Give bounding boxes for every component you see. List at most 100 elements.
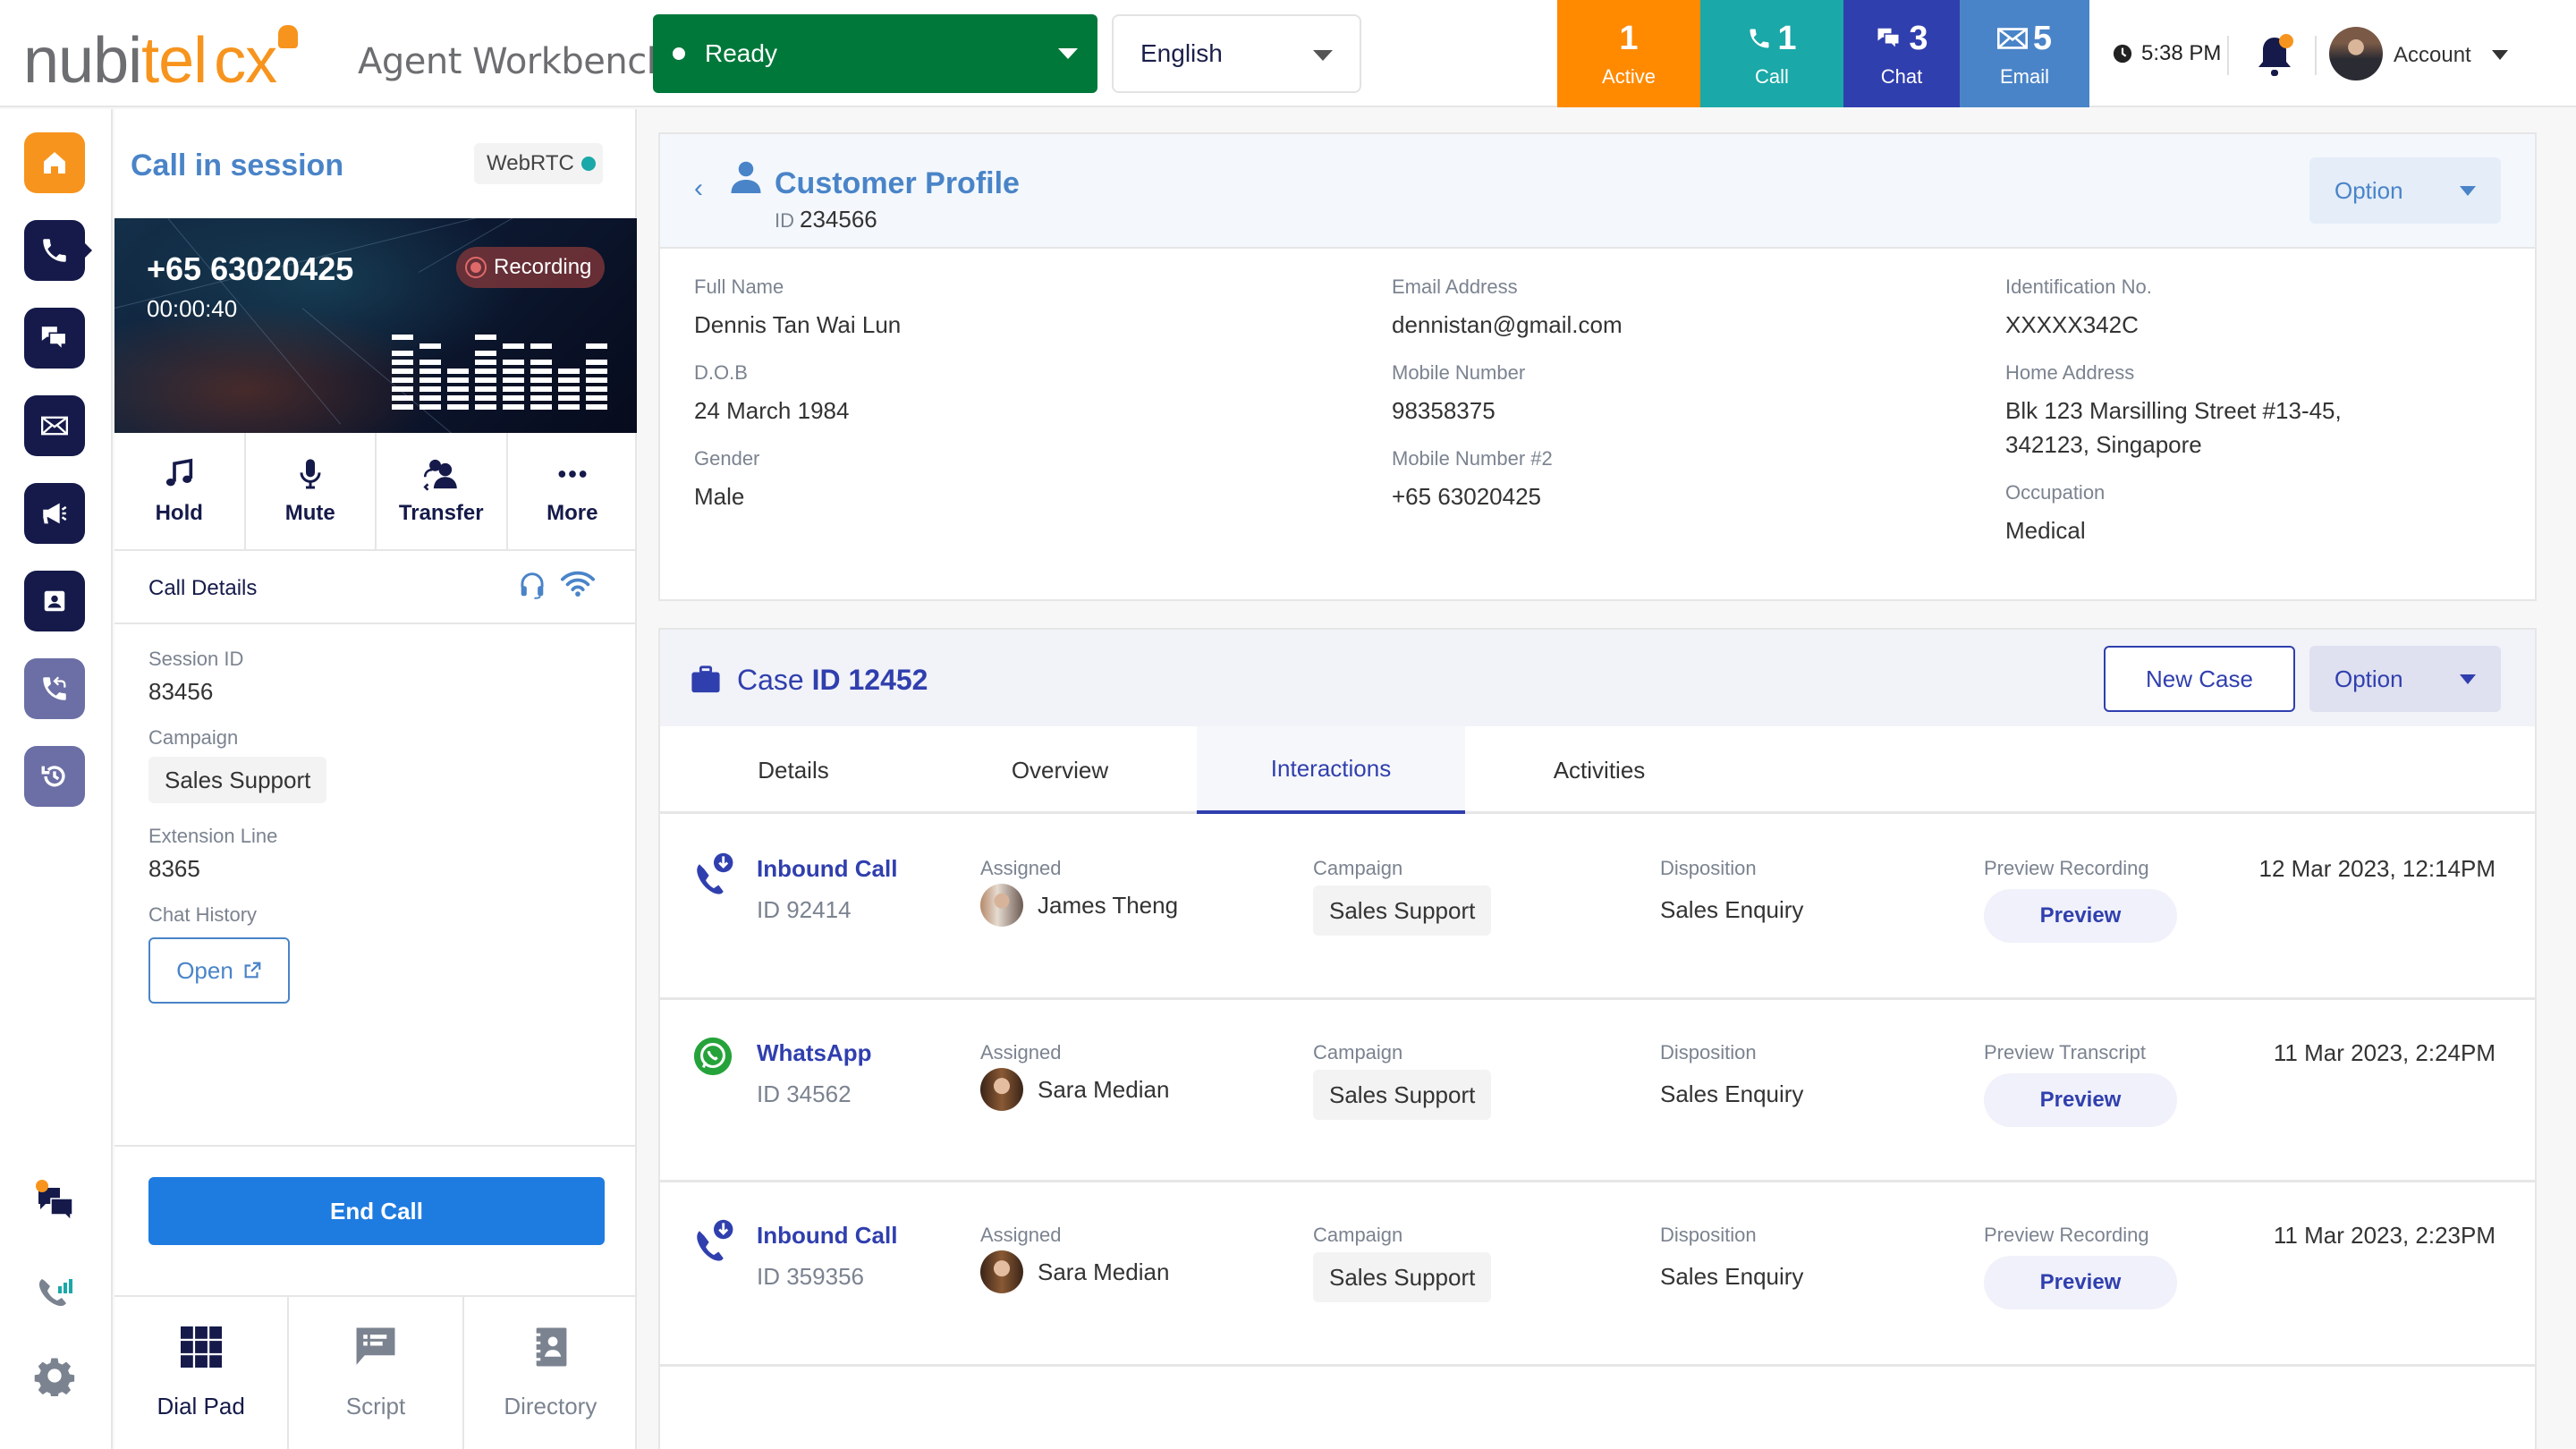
interaction-row[interactable]: Inbound Call ID 359356 Assigned Sara Med… <box>660 1182 2535 1367</box>
more-dots-icon <box>558 470 587 478</box>
network-button[interactable] <box>560 569 596 602</box>
mute-button[interactable]: Mute <box>246 433 377 549</box>
field-value: Male <box>694 483 745 510</box>
active-indicator <box>85 243 92 258</box>
field-value: 98358375 <box>1392 397 1496 424</box>
session-id-value: 83456 <box>148 678 214 705</box>
counter-call[interactable]: 1 Call <box>1700 0 1843 107</box>
call-panel: Call in session WebRTC +65 63020425 00:0… <box>114 109 637 1449</box>
channel-name[interactable]: WhatsApp <box>757 1039 872 1067</box>
directory-icon <box>533 1327 567 1366</box>
clock-icon <box>2113 44 2132 64</box>
logo-text-tel: tel <box>141 25 208 97</box>
headset-button[interactable] <box>519 571 546 604</box>
customer-id: ID 234566 <box>775 206 877 233</box>
tab-interactions[interactable]: Interactions <box>1197 726 1465 814</box>
dial-pad-label: Dial Pad <box>157 1392 245 1419</box>
interaction-row[interactable]: WhatsApp ID 34562 Assigned Sara Median C… <box>660 1000 2535 1182</box>
connection-badge: WebRTC <box>474 143 603 184</box>
dial-pad-tab[interactable]: Dial Pad <box>114 1297 290 1449</box>
session-id-label: Session ID <box>148 648 244 670</box>
nav-contacts[interactable] <box>24 571 85 631</box>
chevron-down-icon <box>1313 50 1333 61</box>
chat-history-label: Chat History <box>148 903 258 926</box>
logo-text-nubi: nubi <box>23 25 142 97</box>
nav-call-quality[interactable] <box>24 1263 85 1324</box>
call-panel-title: Call in session <box>131 148 344 182</box>
field-email: Email Address dennistan@gmail.com <box>1392 275 1623 342</box>
assignee-name: Sara Median <box>1038 1258 1170 1285</box>
app-title: Agent Workbench <box>358 41 669 82</box>
end-call-button[interactable]: End Call <box>148 1177 605 1245</box>
interaction-row[interactable]: Inbound Call ID 92414 Assigned James The… <box>660 816 2535 1000</box>
tab-overview[interactable]: Overview <box>927 726 1193 814</box>
field-label: Identification No. <box>2005 275 2152 298</box>
inbound-call-icon <box>692 852 735 901</box>
channel-name[interactable]: Inbound Call <box>757 855 897 883</box>
more-label: More <box>547 501 598 525</box>
status-dot-icon <box>673 47 685 60</box>
directory-tab[interactable]: Directory <box>464 1297 637 1449</box>
preview-button[interactable]: Preview <box>1984 889 2177 943</box>
back-chevron-icon[interactable]: ‹ <box>694 174 703 204</box>
channel-name[interactable]: Inbound Call <box>757 1222 897 1250</box>
preview-button[interactable]: Preview <box>1984 1073 2177 1127</box>
nav-home[interactable] <box>24 132 85 193</box>
case-id: ID 12452 <box>811 664 928 696</box>
tab-details[interactable]: Details <box>660 726 927 814</box>
customer-profile-title: Customer Profile <box>775 166 1020 200</box>
interaction-id: ID 34562 <box>757 1080 852 1107</box>
account-caret-icon[interactable] <box>2492 50 2508 60</box>
field-value: XXXXX342C <box>2005 311 2139 338</box>
disposition-label: Disposition <box>1660 1224 1757 1246</box>
agent-status-dropdown[interactable]: Ready <box>653 14 1097 93</box>
new-case-button[interactable]: New Case <box>2104 646 2295 712</box>
open-chat-history-button[interactable]: Open <box>148 937 290 1004</box>
whatsapp-icon <box>692 1036 733 1081</box>
counter-email[interactable]: 5 Email <box>1960 0 2089 107</box>
more-button[interactable]: More <box>508 433 638 549</box>
nav-chats[interactable] <box>24 308 85 369</box>
counter-active[interactable]: 1 Active <box>1557 0 1700 107</box>
divider <box>2315 36 2317 75</box>
preview-button[interactable]: Preview <box>1984 1256 2177 1309</box>
nav-settings[interactable] <box>24 1345 85 1406</box>
nav-campaigns[interactable] <box>24 483 85 544</box>
field-home-address: Home Address Blk 123 Marsilling Street #1… <box>2005 361 2342 462</box>
disposition-label: Disposition <box>1660 1041 1757 1063</box>
language-dropdown[interactable]: English <box>1112 14 1361 93</box>
equalizer-bar <box>392 335 413 410</box>
field-identification: Identification No. XXXXX342C <box>2005 275 2152 342</box>
field-label: Email Address <box>1392 275 1518 298</box>
counter-chat[interactable]: 3 Chat <box>1843 0 1960 107</box>
transfer-button[interactable]: Transfer <box>377 433 508 549</box>
field-label: Mobile Number <box>1392 361 1526 384</box>
script-tab[interactable]: Script <box>289 1297 464 1449</box>
profile-option-dropdown[interactable]: Option <box>2309 157 2501 224</box>
field-value-line1: Blk 123 Marsilling Street #13-45, <box>2005 397 2342 424</box>
user-avatar[interactable] <box>2329 27 2383 80</box>
chevron-down-icon <box>1058 48 1078 59</box>
notifications-button[interactable] <box>2254 34 2295 85</box>
counter-email-count: 5 <box>2032 20 2053 57</box>
equalizer-bar <box>419 343 441 410</box>
nav-calls[interactable] <box>24 220 92 281</box>
music-note-icon <box>166 458 193 487</box>
field-label: Mobile Number #2 <box>1392 447 1553 470</box>
tab-activities[interactable]: Activities <box>1465 726 1733 814</box>
hold-label: Hold <box>155 501 203 525</box>
account-menu[interactable]: Account <box>2394 43 2471 68</box>
nav-history[interactable] <box>24 746 85 807</box>
case-option-dropdown[interactable]: Option <box>2309 646 2501 712</box>
assignee-avatar <box>980 1068 1023 1111</box>
equalizer-bar <box>503 343 524 410</box>
top-bar: nubi tel cx Agent Workbench Ready English … <box>0 0 2576 107</box>
campaign-label: Campaign <box>1313 1224 1403 1246</box>
hold-button[interactable]: Hold <box>114 433 246 549</box>
field-full-name: Full Name Dennis Tan Wai Lun <box>694 275 901 342</box>
assignee-name: James Theng <box>1038 891 1179 919</box>
nav-callback[interactable] <box>24 658 85 719</box>
case-title: Case ID 12452 <box>737 664 928 697</box>
nav-email[interactable] <box>24 395 85 456</box>
nav-chat-notifications[interactable] <box>24 1170 85 1231</box>
